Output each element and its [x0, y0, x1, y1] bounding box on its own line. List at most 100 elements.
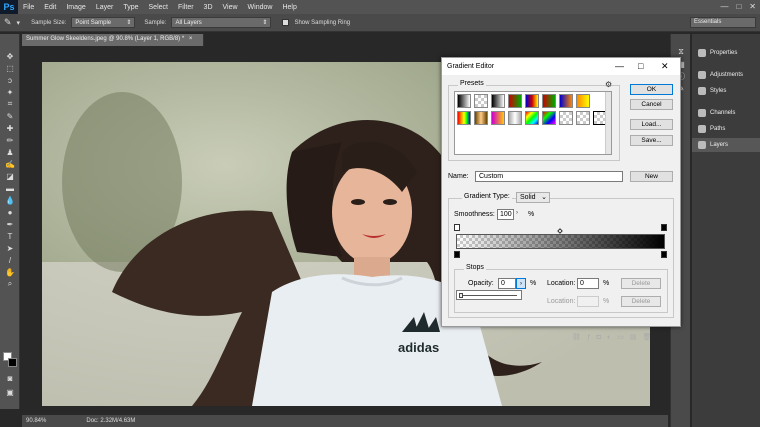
opacity-stop-right[interactable]	[661, 224, 667, 231]
new-layer-icon[interactable]: ▤	[630, 333, 637, 341]
ok-button[interactable]: OK	[630, 84, 673, 95]
opacity-slider-popup[interactable]	[456, 290, 522, 300]
maximize-button[interactable]: □	[736, 2, 741, 11]
eyedropper-icon[interactable]: ✎	[4, 17, 12, 28]
color-location-field[interactable]	[577, 296, 599, 307]
cancel-button[interactable]: Cancel	[630, 99, 673, 110]
opacity-stop-left[interactable]	[454, 224, 460, 231]
menu-layer[interactable]: Layer	[91, 4, 119, 11]
color-stop-right[interactable]	[661, 251, 667, 258]
menu-window[interactable]: Window	[243, 4, 278, 11]
move-tool-icon[interactable]: ✥	[0, 50, 20, 62]
panel-adjustments[interactable]: Adjustments	[692, 68, 760, 82]
close-icon[interactable]: ×	[189, 36, 193, 42]
preset-swatch[interactable]	[474, 111, 488, 125]
dodge-tool-icon[interactable]: ●	[0, 206, 20, 218]
quick-select-tool-icon[interactable]: ✦	[0, 86, 20, 98]
tool-preset-arrow-icon[interactable]: ▾	[17, 19, 21, 27]
save-button[interactable]: Save...	[630, 135, 673, 146]
preset-swatch[interactable]	[576, 94, 590, 108]
sample-size-select[interactable]: Point Sample ⇕	[71, 17, 136, 28]
menu-3d[interactable]: 3D	[199, 4, 218, 11]
menu-help[interactable]: Help	[277, 4, 301, 11]
delete-color-stop-button[interactable]: Delete	[621, 296, 661, 307]
type-tool-icon[interactable]: T	[0, 230, 20, 242]
panel-paths[interactable]: Paths	[692, 122, 760, 136]
dialog-minimize-button[interactable]: —	[615, 61, 624, 71]
shape-tool-icon[interactable]: /	[0, 254, 20, 266]
load-button[interactable]: Load...	[630, 119, 673, 130]
group-icon[interactable]: ▭	[617, 333, 624, 341]
minimize-button[interactable]: —	[720, 2, 728, 11]
presets-gear-icon[interactable]: ⚙	[605, 80, 612, 89]
panel-styles[interactable]: Styles	[692, 84, 760, 98]
color-stop-left[interactable]	[454, 251, 460, 258]
blur-tool-icon[interactable]: 💧	[0, 194, 20, 206]
screen-mode-icon[interactable]: ▣	[0, 386, 20, 398]
preset-swatch[interactable]	[457, 94, 471, 108]
layer-style-icon[interactable]: ƒ	[587, 334, 591, 341]
menu-filter[interactable]: Filter	[173, 4, 199, 11]
panel-properties[interactable]: Properties	[692, 46, 760, 60]
menu-select[interactable]: Select	[144, 4, 173, 11]
preset-swatch[interactable]	[457, 111, 471, 125]
gradient-bar[interactable]	[456, 234, 665, 249]
path-select-tool-icon[interactable]: ➤	[0, 242, 20, 254]
dialog-maximize-button[interactable]: □	[638, 61, 643, 71]
preset-swatch[interactable]	[474, 94, 488, 108]
menu-image[interactable]: Image	[61, 4, 90, 11]
preset-swatch[interactable]	[559, 94, 573, 108]
history-brush-icon[interactable]: ✍	[0, 158, 20, 170]
smoothness-stepper-icon[interactable]: ›	[516, 210, 518, 216]
marquee-tool-icon[interactable]: ⬚	[0, 62, 20, 74]
panel-channels[interactable]: Channels	[692, 106, 760, 120]
close-button[interactable]: ✕	[749, 2, 756, 11]
panel-layers[interactable]: Layers	[692, 138, 760, 152]
crop-tool-icon[interactable]: ⌗	[0, 98, 20, 110]
preset-swatch[interactable]	[576, 111, 590, 125]
presets-scrollbar[interactable]	[605, 92, 611, 154]
doc-size[interactable]: Doc: 2.32M/4.63M	[86, 418, 135, 424]
preset-swatch[interactable]	[542, 94, 556, 108]
preset-swatch[interactable]	[525, 94, 539, 108]
opacity-slider-thumb[interactable]	[459, 293, 463, 298]
preset-swatch[interactable]	[542, 111, 556, 125]
quick-mask-icon[interactable]: ◙	[0, 372, 20, 384]
background-color-swatch[interactable]	[8, 358, 17, 367]
document-tab[interactable]: Summer Glow Skeeldens.jpeg @ 90.8% (Laye…	[22, 34, 204, 46]
eraser-tool-icon[interactable]: ◪	[0, 170, 20, 182]
sample-select[interactable]: All Layers ⇕	[171, 17, 272, 28]
preset-swatch[interactable]	[491, 94, 505, 108]
hand-tool-icon[interactable]: ✋	[0, 266, 20, 278]
location-field[interactable]: 0	[577, 278, 599, 289]
layer-mask-icon[interactable]: ◘	[597, 334, 601, 341]
menu-view[interactable]: View	[218, 4, 243, 11]
gradient-tool-icon[interactable]: ▬	[0, 182, 20, 194]
dialog-close-button[interactable]: ✕	[661, 61, 669, 72]
pen-tool-icon[interactable]: ✒	[0, 218, 20, 230]
show-sampling-ring-checkbox[interactable]	[282, 19, 290, 26]
workspace-select[interactable]: Essentials	[690, 17, 756, 28]
adjustment-layer-icon[interactable]: ◐	[607, 334, 611, 341]
zoom-level[interactable]: 90.84%	[26, 418, 46, 424]
preset-swatch[interactable]	[559, 111, 573, 125]
new-button[interactable]: New	[630, 171, 673, 182]
lasso-tool-icon[interactable]: ↄ	[0, 74, 20, 86]
menu-edit[interactable]: Edit	[39, 4, 61, 11]
zoom-tool-icon[interactable]: ⌕	[0, 278, 20, 290]
name-field[interactable]: Custom	[475, 171, 623, 182]
link-layers-icon[interactable]: ⛓	[572, 333, 581, 341]
healing-tool-icon[interactable]: ✚	[0, 122, 20, 134]
gradient-type-select[interactable]: Solid ⌄	[516, 192, 550, 203]
preset-swatch[interactable]	[491, 111, 505, 125]
preset-swatch[interactable]	[508, 94, 522, 108]
trash-icon[interactable]: 🗑	[643, 333, 652, 341]
preset-swatch[interactable]	[525, 111, 539, 125]
stamp-tool-icon[interactable]: ♟	[0, 146, 20, 158]
smoothness-field[interactable]: 100	[497, 209, 514, 220]
menu-file[interactable]: File	[18, 4, 39, 11]
delete-opacity-stop-button[interactable]: Delete	[621, 278, 661, 289]
opacity-field[interactable]: 0	[498, 278, 516, 289]
menu-type[interactable]: Type	[118, 4, 143, 11]
brush-tool-icon[interactable]: ✏	[0, 134, 20, 146]
